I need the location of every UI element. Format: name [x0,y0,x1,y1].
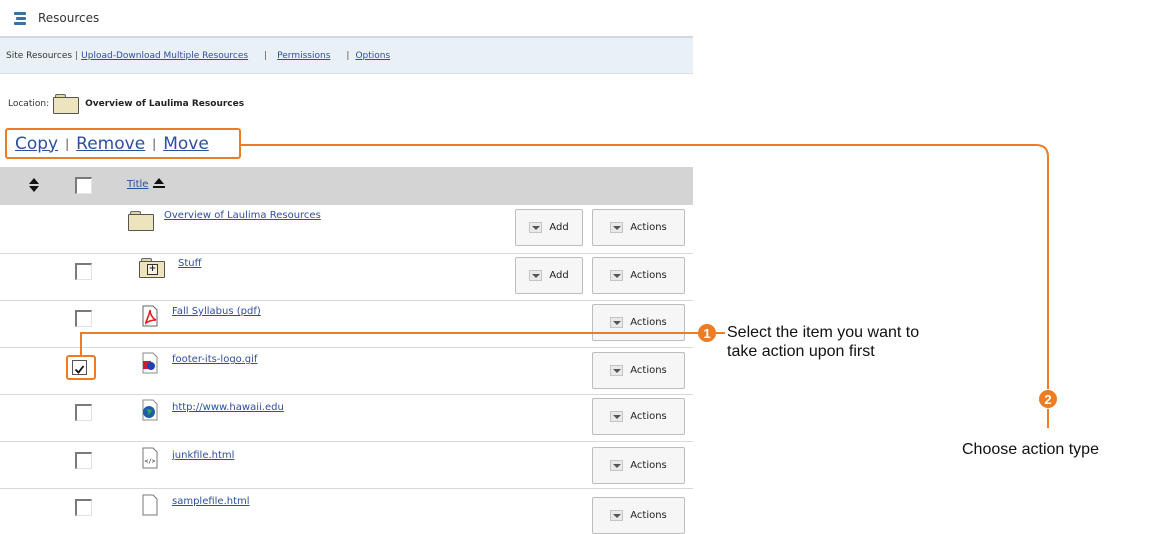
step-2-text: Choose action type [962,441,1099,458]
callout-2-connector [241,144,1049,428]
step-2-badge: 2 [1039,390,1057,408]
actions-label: Actions [630,510,667,521]
chevron-down-icon [610,510,624,521]
